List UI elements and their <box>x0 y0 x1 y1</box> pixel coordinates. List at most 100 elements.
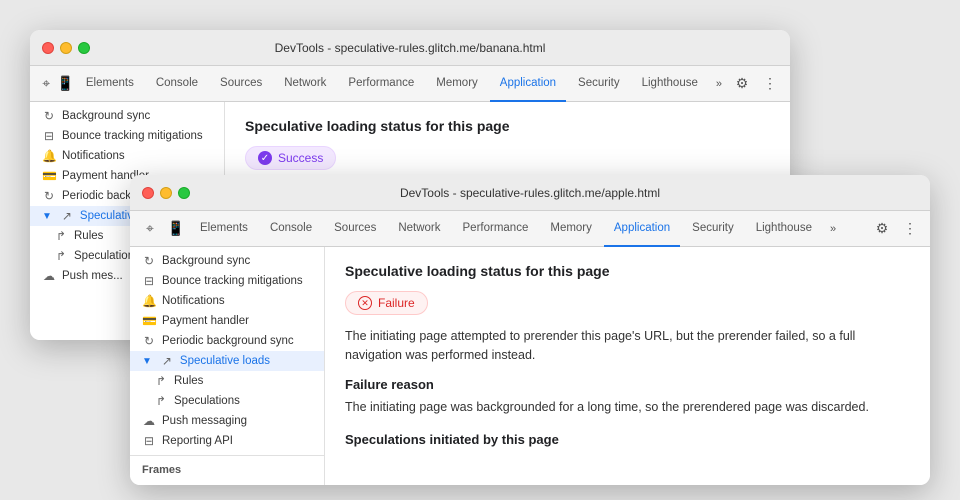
cloud-icon: ☁ <box>42 269 56 283</box>
titlebar-1: DevTools - speculative-rules.glitch.me/b… <box>30 30 790 66</box>
tab-application-1[interactable]: Application <box>490 66 566 102</box>
devtools-right-2: ⚙ ⋮ <box>870 217 922 241</box>
main-content-2: Speculative loading status for this page… <box>325 247 930 485</box>
tab-memory-1[interactable]: Memory <box>426 66 488 102</box>
tab-elements-1[interactable]: Elements <box>76 66 144 102</box>
sidebar-label: Background sync <box>162 255 250 267</box>
inspect-icon-2[interactable]: ⌖ <box>138 217 162 241</box>
maximize-button-2[interactable] <box>178 187 190 199</box>
sync-icon: ↻ <box>42 109 56 123</box>
tab-more-2[interactable]: » <box>824 219 842 239</box>
expand-icon: ▼ <box>142 356 152 367</box>
devtools-right-1: ⚙ ⋮ <box>730 72 782 96</box>
close-button[interactable] <box>42 42 54 54</box>
sync-icon: ↻ <box>142 334 156 348</box>
sidebar-2: ↻ Background sync ⊟ Bounce tracking miti… <box>130 247 325 485</box>
tab-more-1[interactable]: » <box>710 74 728 94</box>
sidebar-item-payment-2[interactable]: 💳 Payment handler <box>130 311 324 331</box>
expand-icon: ▼ <box>42 211 52 222</box>
minimize-button-2[interactable] <box>160 187 172 199</box>
branch-icon: ↱ <box>154 394 168 408</box>
sidebar-label: Notifications <box>62 150 125 162</box>
devtools-window-2: DevTools - speculative-rules.glitch.me/a… <box>130 175 930 485</box>
branch-icon: ↱ <box>54 229 68 243</box>
settings-icon-2[interactable]: ⚙ <box>870 217 894 241</box>
sidebar-label: Bounce tracking mitigations <box>62 130 203 142</box>
sidebar-label: Rules <box>174 375 203 387</box>
window-title-2: DevTools - speculative-rules.glitch.me/a… <box>400 186 660 200</box>
status-badge-failure: ✕ Failure <box>345 291 428 315</box>
sidebar-item-push-2[interactable]: ☁ Push messaging <box>130 411 324 431</box>
bell-icon: 🔔 <box>42 149 56 163</box>
frames-section-label: Frames <box>130 455 324 484</box>
close-button-2[interactable] <box>142 187 154 199</box>
tab-security-2[interactable]: Security <box>682 211 744 247</box>
tab-security-1[interactable]: Security <box>568 66 630 102</box>
sidebar-item-rules-2[interactable]: ↱ Rules <box>130 371 324 391</box>
sidebar-item-speculations-2[interactable]: ↱ Speculations <box>130 391 324 411</box>
sidebar-item-bounce-tracking-2[interactable]: ⊟ Bounce tracking mitigations <box>130 271 324 291</box>
tab-sources-1[interactable]: Sources <box>210 66 272 102</box>
titlebar-2: DevTools - speculative-rules.glitch.me/a… <box>130 175 930 211</box>
badge-label: Success <box>278 151 323 165</box>
tab-performance-2[interactable]: Performance <box>453 211 539 247</box>
sidebar-label: Notifications <box>162 295 225 307</box>
sidebar-item-reporting-2[interactable]: ⊟ Reporting API <box>130 431 324 451</box>
speculations-title: Speculations initiated by this page <box>345 432 910 447</box>
sidebar-item-background-sync-2[interactable]: ↻ Background sync <box>130 251 324 271</box>
tab-console-1[interactable]: Console <box>146 66 208 102</box>
section-title-1: Speculative loading status for this page <box>245 118 770 134</box>
tab-sources-2[interactable]: Sources <box>324 211 386 247</box>
x-icon: ✕ <box>358 296 372 310</box>
branch-icon: ↱ <box>154 374 168 388</box>
badge-label: Failure <box>378 296 415 310</box>
arrow-right-icon: ↗ <box>160 354 174 368</box>
status-badge-success: ✓ Success <box>245 146 336 170</box>
settings-icon-1[interactable]: ⚙ <box>730 72 754 96</box>
sidebar-item-notifications-2[interactable]: 🔔 Notifications <box>130 291 324 311</box>
tab-lighthouse-1[interactable]: Lighthouse <box>632 66 708 102</box>
sidebar-item-speculative-loads-2[interactable]: ▼ ↗ Speculative loads <box>130 351 324 371</box>
branch-icon: ↱ <box>54 249 68 263</box>
tab-lighthouse-2[interactable]: Lighthouse <box>746 211 822 247</box>
inspect-icon[interactable]: ⌖ <box>38 72 54 96</box>
sync-icon: ↻ <box>42 189 56 203</box>
maximize-button[interactable] <box>78 42 90 54</box>
report-icon: ⊟ <box>142 434 156 448</box>
sidebar-item-bounce-tracking-1[interactable]: ⊟ Bounce tracking mitigations <box>30 126 224 146</box>
sidebar-label: Speculative loads <box>180 355 270 367</box>
window-title-1: DevTools - speculative-rules.glitch.me/b… <box>275 41 546 55</box>
failure-reason-text: The initiating page was backgrounded for… <box>345 398 910 417</box>
traffic-lights-2 <box>142 187 190 199</box>
sidebar-label: Speculations <box>174 395 240 407</box>
mobile-icon-2[interactable]: 📱 <box>164 217 188 241</box>
card-icon: 💳 <box>42 169 56 183</box>
block-icon: ⊟ <box>42 129 56 143</box>
sidebar-item-periodic-sync-2[interactable]: ↻ Periodic background sync <box>130 331 324 351</box>
devtools-tabbar-1: ⌖ 📱 Elements Console Sources Network Per… <box>30 66 790 102</box>
devtools-body-2: ↻ Background sync ⊟ Bounce tracking miti… <box>130 247 930 485</box>
arrow-right-icon: ↗ <box>60 209 74 223</box>
more-icon-1[interactable]: ⋮ <box>758 72 782 96</box>
more-icon-2[interactable]: ⋮ <box>898 217 922 241</box>
tab-console-2[interactable]: Console <box>260 211 322 247</box>
mobile-icon[interactable]: 📱 <box>56 72 73 96</box>
tab-memory-2[interactable]: Memory <box>540 211 602 247</box>
sidebar-label: Background sync <box>62 110 150 122</box>
tab-network-1[interactable]: Network <box>274 66 336 102</box>
sidebar-label: Periodic background sync <box>162 335 294 347</box>
tab-elements-2[interactable]: Elements <box>190 211 258 247</box>
tab-performance-1[interactable]: Performance <box>338 66 424 102</box>
sidebar-label: Push messaging <box>162 415 247 427</box>
devtools-tabbar-2: ⌖ 📱 Elements Console Sources Network Per… <box>130 211 930 247</box>
sidebar-label: Payment handler <box>162 315 249 327</box>
traffic-lights-1 <box>42 42 90 54</box>
block-icon: ⊟ <box>142 274 156 288</box>
minimize-button[interactable] <box>60 42 72 54</box>
sidebar-item-notifications-1[interactable]: 🔔 Notifications <box>30 146 224 166</box>
sidebar-item-background-sync-1[interactable]: ↻ Background sync <box>30 106 224 126</box>
tab-network-2[interactable]: Network <box>388 211 450 247</box>
sidebar-label: Bounce tracking mitigations <box>162 275 303 287</box>
section-title-2: Speculative loading status for this page <box>345 263 910 279</box>
tab-application-2[interactable]: Application <box>604 211 680 247</box>
